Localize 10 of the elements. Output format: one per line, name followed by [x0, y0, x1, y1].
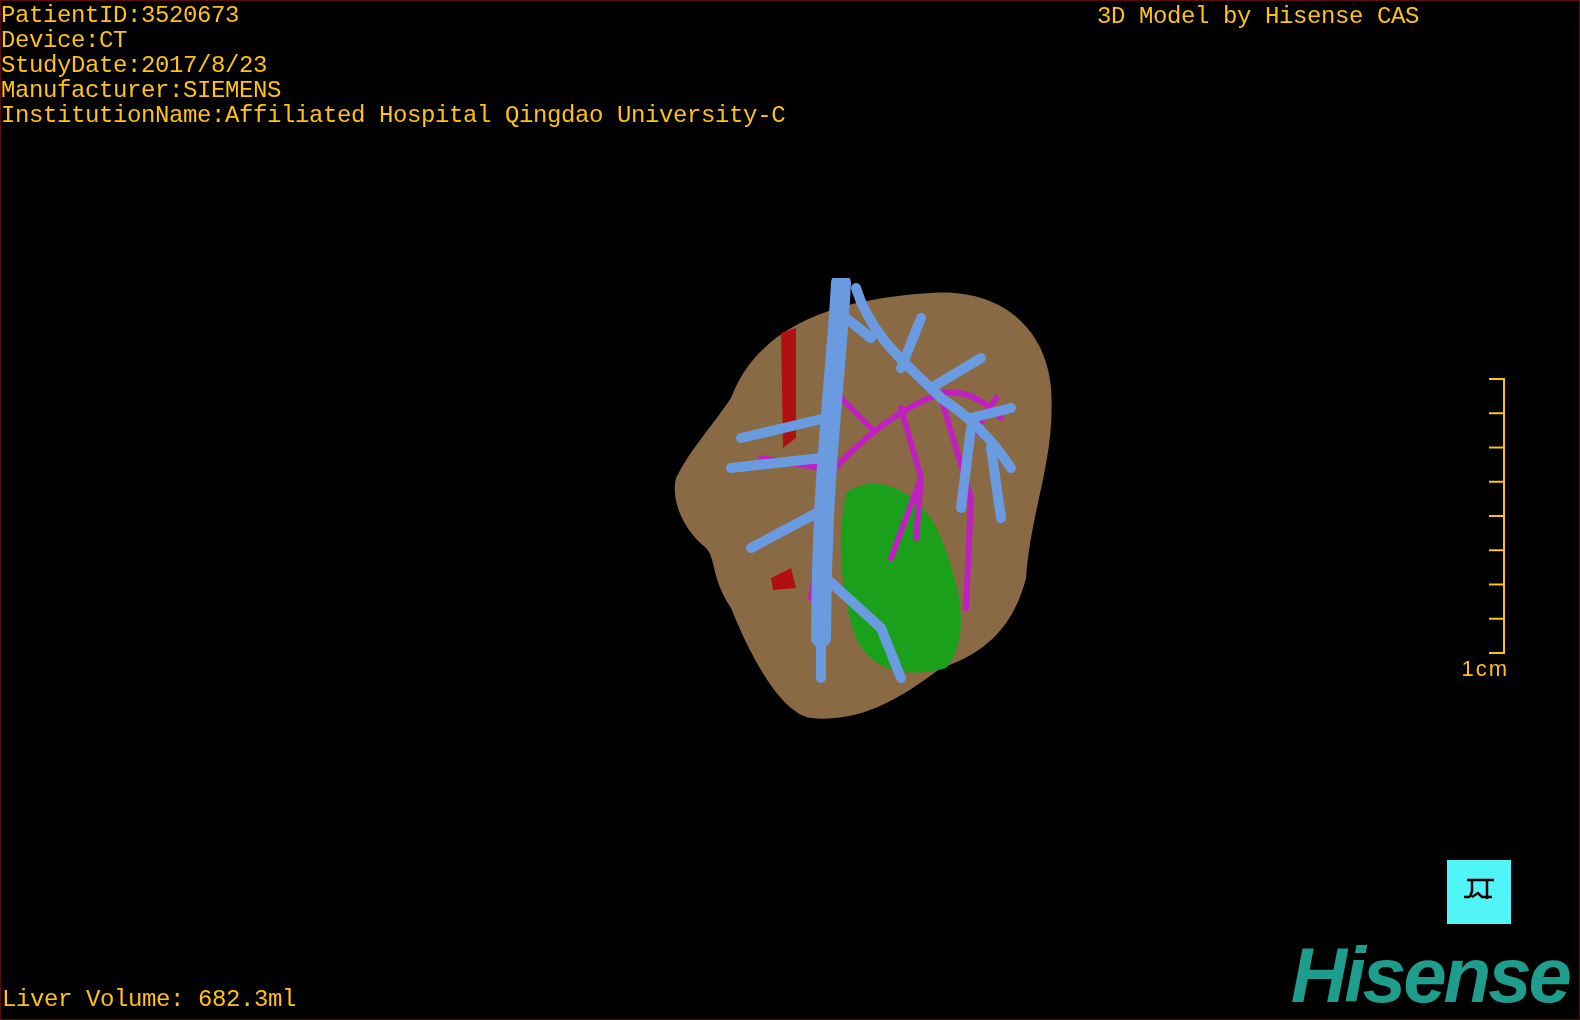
- viewer-title: 3D Model by Hisense CAS: [1096, 2, 1419, 32]
- liver-volume-text: Liver Volume: 682.3ml: [2, 987, 297, 1013]
- brand-logo: Hisense: [1290, 935, 1571, 1015]
- patient-info-text: Manufacturer:SIEMENS: [1, 78, 283, 103]
- view-orientation-button[interactable]: [1447, 860, 1511, 924]
- patient-info-text: PatientID:3520673: [1, 3, 241, 28]
- patient-info-text: Device:CT: [1, 28, 129, 53]
- scale-label: 1cm: [1461, 656, 1509, 682]
- patient-info-text: StudyDate:2017/8/23: [1, 53, 269, 78]
- patient-info-text: InstitutionName:Affiliated Hospital Qingdao University-C: [1, 103, 786, 128]
